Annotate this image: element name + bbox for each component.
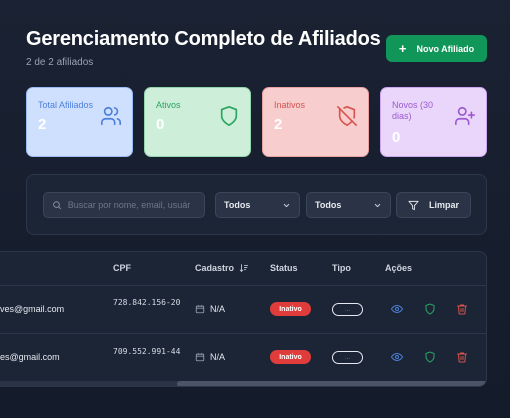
- column-header-cpf: CPF: [113, 263, 131, 273]
- stat-card-ativos: Ativos 0: [144, 87, 251, 157]
- clear-filters-label: Limpar: [428, 200, 459, 210]
- sort-icon[interactable]: [239, 263, 249, 273]
- type-badge: ...: [332, 303, 363, 316]
- stat-label: Ativos: [156, 100, 181, 110]
- search-box[interactable]: [43, 192, 205, 218]
- calendar-icon: [195, 305, 205, 314]
- stat-card-total: Total Afiliados 2: [26, 87, 133, 157]
- view-icon[interactable]: [391, 351, 403, 363]
- stat-label: Total Afiliados: [38, 100, 94, 110]
- row-email: es@gmail.com: [0, 352, 60, 362]
- new-affiliate-button[interactable]: + Novo Afiliado: [386, 35, 487, 62]
- cadastro-value: N/A: [210, 352, 226, 362]
- page-subtitle: 2 de 2 afiliados: [26, 57, 94, 68]
- row-cadastro: N/A: [195, 304, 225, 314]
- view-icon[interactable]: [391, 303, 403, 315]
- search-icon: [53, 201, 61, 210]
- type-filter-value: Todos: [315, 200, 342, 210]
- clear-filters-button[interactable]: Limpar: [396, 192, 471, 218]
- filter-panel: Todos Todos Limpar: [26, 174, 487, 235]
- column-header-acoes: Ações: [385, 263, 413, 273]
- column-header-tipo: Tipo: [332, 263, 351, 273]
- cadastro-header-label: Cadastro: [195, 263, 235, 273]
- row-cadastro: N/A: [195, 352, 225, 362]
- scrollbar-thumb[interactable]: [177, 381, 486, 386]
- column-header-cadastro[interactable]: Cadastro: [195, 263, 249, 273]
- stat-value: 0: [156, 116, 165, 133]
- shield-icon[interactable]: [424, 303, 436, 315]
- user-plus-icon: [455, 106, 475, 126]
- calendar-icon: [195, 353, 205, 362]
- status-filter-select[interactable]: Todos: [215, 192, 300, 218]
- shield-check-icon: [220, 106, 238, 126]
- new-affiliate-label: Novo Afiliado: [416, 43, 475, 54]
- affiliates-table: CPF Cadastro Status Tipo Ações ves@gmail…: [0, 251, 487, 387]
- trash-icon[interactable]: [456, 303, 468, 315]
- plus-icon: +: [398, 41, 407, 56]
- row-cpf: 728.842.156-20: [113, 298, 181, 307]
- stat-label: Novos (30 dias): [392, 100, 434, 121]
- stat-value: 2: [38, 116, 47, 133]
- stat-label: Inativos: [274, 100, 306, 110]
- column-header-status: Status: [270, 263, 298, 273]
- chevron-down-icon: [374, 203, 381, 207]
- filter-icon: [408, 200, 419, 210]
- header-divider: [0, 285, 486, 286]
- stat-value: 0: [392, 129, 401, 146]
- cadastro-value: N/A: [210, 304, 226, 314]
- stat-card-inativos: Inativos 2: [262, 87, 369, 157]
- horizontal-scrollbar[interactable]: [0, 381, 486, 386]
- type-filter-select[interactable]: Todos: [306, 192, 391, 218]
- stat-card-novos: Novos (30 dias) 0: [380, 87, 487, 157]
- status-badge: Inativo: [270, 350, 311, 364]
- search-input[interactable]: [67, 200, 204, 210]
- shield-icon[interactable]: [424, 351, 436, 363]
- status-badge: Inativo: [270, 302, 311, 316]
- row-email: ves@gmail.com: [0, 304, 65, 314]
- row-divider: [0, 333, 486, 334]
- chevron-down-icon: [283, 203, 290, 207]
- shield-off-icon: [337, 106, 357, 126]
- status-filter-value: Todos: [224, 200, 251, 210]
- stat-value: 2: [274, 116, 283, 133]
- page-title: Gerenciamento Completo de Afiliados: [26, 28, 381, 50]
- row-cpf: 709.552.991-44: [113, 347, 181, 356]
- users-icon: [101, 106, 121, 126]
- trash-icon[interactable]: [456, 351, 468, 363]
- type-badge: ...: [332, 351, 363, 364]
